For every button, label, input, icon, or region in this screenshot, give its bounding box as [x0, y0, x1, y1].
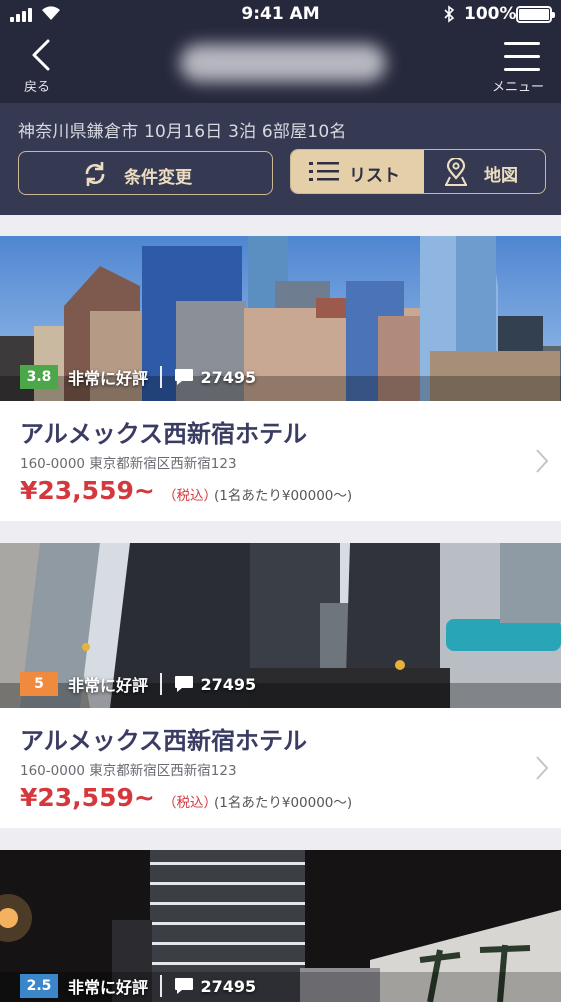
review-label: 非常に好評	[68, 978, 149, 997]
change-conditions-button[interactable]: 条件変更	[18, 151, 273, 195]
hotel-photo: 5 非常に好評 27495	[0, 543, 561, 708]
badge-divider	[160, 975, 162, 997]
per-person-price: (1名あたり¥00000〜)	[214, 488, 353, 504]
search-summary: 神奈川県鎌倉市 10月16日 3泊 6部屋10名	[18, 122, 347, 142]
list-view-tab[interactable]: リスト	[291, 150, 424, 193]
tax-included-label: （税込）	[163, 488, 217, 504]
hotel-card[interactable]: 5 非常に好評 27495 アルメックス西新宿ホテル 160-0000 東京都新…	[0, 543, 561, 828]
menu-label: メニュー	[492, 80, 545, 95]
battery-percent: 100%	[464, 4, 517, 24]
hotel-name: アルメックス西新宿ホテル	[20, 420, 308, 448]
comment-icon	[174, 676, 193, 692]
chevron-right-icon	[536, 449, 549, 473]
hotel-price: ¥23,559~	[20, 783, 155, 812]
status-bar: 9:41 AM 100%	[0, 0, 561, 30]
hotel-address: 160-0000 東京都新宿区西新宿123	[20, 763, 237, 779]
review-badges: 5 非常に好評 27495	[20, 672, 256, 696]
map-pin-icon	[445, 158, 467, 186]
comment-icon	[174, 978, 193, 994]
review-label: 非常に好評	[68, 369, 149, 388]
hamburger-icon	[504, 42, 540, 72]
change-conditions-label: 条件変更	[124, 168, 192, 188]
rating-score: 5	[20, 672, 58, 696]
comment-icon	[174, 369, 193, 385]
review-count: 27495	[200, 674, 257, 694]
view-toggle: リスト 地図	[290, 149, 546, 194]
review-label: 非常に好評	[68, 676, 149, 695]
blurred-page-title	[180, 44, 386, 82]
map-view-tab[interactable]: 地図	[424, 150, 545, 193]
chevron-left-icon	[32, 39, 50, 71]
menu-button[interactable]: メニュー	[492, 38, 550, 96]
list-view-label: リスト	[349, 166, 400, 186]
hotel-name: アルメックス西新宿ホテル	[20, 727, 308, 755]
back-button[interactable]: 戻る	[18, 36, 60, 96]
tax-included-label: （税込）	[163, 795, 217, 811]
hotel-price: ¥23,559~	[20, 476, 155, 505]
review-badges: 2.5 非常に好評 27495	[20, 974, 256, 998]
app-header: 9:41 AM 100% 戻る メニュー 神奈川県鎌倉市 10月16日 3泊 6…	[0, 0, 561, 215]
bluetooth-icon	[444, 5, 455, 23]
back-label: 戻る	[24, 80, 51, 95]
rating-score: 2.5	[20, 974, 58, 998]
review-count: 27495	[200, 367, 257, 387]
per-person-price: (1名あたり¥00000〜)	[214, 795, 353, 811]
rating-score: 3.8	[20, 365, 58, 389]
list-icon	[309, 162, 339, 181]
hotel-photo: 3.8 非常に好評 27495	[0, 236, 561, 401]
review-badges: 3.8 非常に好評 27495	[20, 365, 256, 389]
search-bar: 神奈川県鎌倉市 10月16日 3泊 6部屋10名 条件変更 リスト 地図	[0, 103, 561, 215]
hotel-photo: 2.5 非常に好評 27495	[0, 850, 561, 1002]
hotel-card[interactable]: 3.8 非常に好評 27495 アルメックス西新宿ホテル 160-0000 東京…	[0, 236, 561, 521]
badge-divider	[160, 673, 162, 695]
hotel-card[interactable]: 2.5 非常に好評 27495	[0, 850, 561, 1002]
battery-icon	[516, 6, 555, 23]
refresh-search-icon	[85, 162, 105, 186]
review-count: 27495	[200, 976, 257, 996]
hotel-address: 160-0000 東京都新宿区西新宿123	[20, 456, 237, 472]
map-view-label: 地図	[484, 166, 518, 186]
badge-divider	[160, 366, 162, 388]
chevron-right-icon	[536, 756, 549, 780]
